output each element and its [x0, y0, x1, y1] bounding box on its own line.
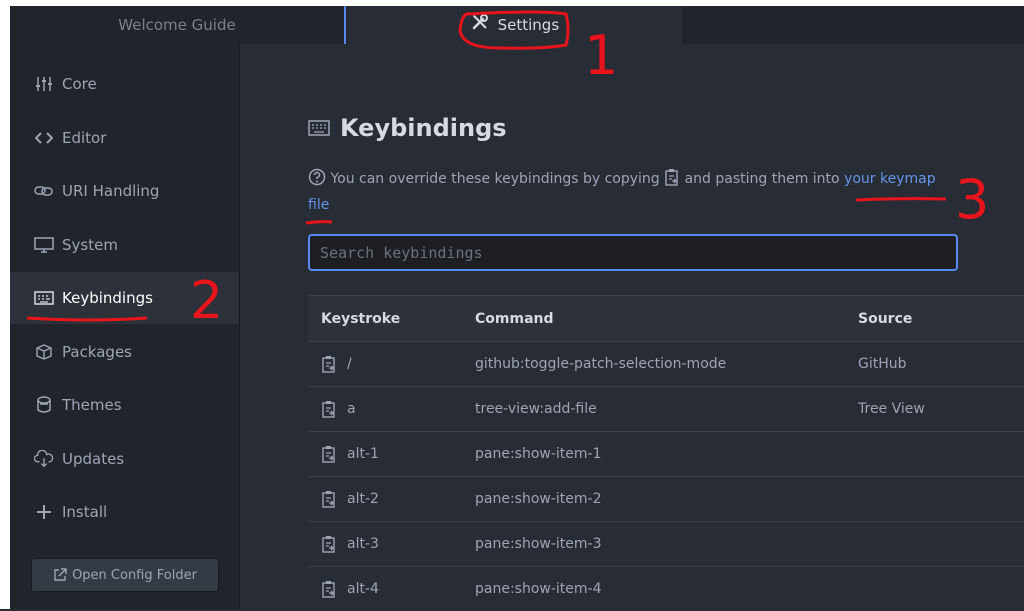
table-row[interactable]: alt-3 pane:show-item-3 — [308, 521, 1024, 566]
command-cell: github:toggle-patch-selection-mode — [475, 356, 727, 372]
keystroke-text: alt-2 — [347, 491, 379, 507]
command-cell: pane:show-item-3 — [475, 536, 602, 552]
column-keystroke[interactable]: Keystroke — [308, 311, 475, 327]
column-source[interactable]: Source — [858, 311, 1024, 327]
keystroke-cell: alt-1 — [308, 445, 475, 463]
command-cell: tree-view:add-file — [475, 401, 597, 417]
column-command[interactable]: Command — [475, 311, 858, 327]
keystroke-cell: / — [308, 355, 475, 373]
keystroke-cell: alt-4 — [308, 580, 475, 598]
settings-sidebar: Core Editor URI Handling System Keybindi… — [10, 44, 240, 609]
sidebar-item-core[interactable]: Core — [10, 58, 239, 110]
copy-keybinding-icon[interactable] — [321, 355, 337, 373]
command-cell: pane:show-item-2 — [475, 491, 602, 507]
keystroke-cell: alt-2 — [308, 490, 475, 508]
keystroke-text: alt-1 — [347, 446, 379, 462]
sidebar-item-keybindings[interactable]: Keybindings — [10, 272, 239, 324]
sidebar-item-label: Themes — [62, 396, 122, 414]
plus-icon — [34, 502, 54, 522]
command-cell: pane:show-item-1 — [475, 446, 602, 462]
monitor-icon — [34, 235, 54, 255]
info-text-middle: and pasting them into — [684, 171, 840, 187]
cloud-download-icon — [34, 449, 54, 469]
keyboard-icon — [34, 288, 54, 308]
page-title-text: Keybindings — [340, 114, 507, 142]
tab-settings-label: Settings — [497, 16, 560, 34]
tab-settings[interactable]: Settings — [348, 6, 682, 44]
sidebar-item-label: Keybindings — [62, 289, 153, 307]
sidebar-item-system[interactable]: System — [10, 219, 239, 271]
code-icon — [34, 128, 54, 148]
sidebar-item-label: Editor — [62, 129, 107, 147]
table-row[interactable]: a tree-view:add-file Tree View — [308, 386, 1024, 431]
sliders-icon — [34, 74, 54, 94]
sidebar-item-label: System — [62, 236, 118, 254]
sidebar-item-label: URI Handling — [62, 182, 160, 200]
question-icon — [308, 168, 326, 194]
sidebar-item-label: Updates — [62, 450, 125, 468]
sidebar-item-install[interactable]: Install — [10, 486, 239, 538]
external-link-icon — [53, 568, 67, 582]
keybindings-panel: Keybindings You can override these keybi… — [240, 44, 1024, 609]
copy-keybinding-icon[interactable] — [321, 400, 337, 418]
info-text-before: You can override these keybindings by co… — [330, 171, 660, 187]
table-header: Keystroke Command Source — [308, 295, 1024, 341]
sidebar-item-updates[interactable]: Updates — [10, 433, 239, 485]
keybindings-info: You can override these keybindings by co… — [308, 168, 958, 217]
sidebar-item-editor[interactable]: Editor — [10, 112, 239, 164]
page-title: Keybindings — [308, 114, 507, 142]
copy-keybinding-icon[interactable] — [321, 490, 337, 508]
keystroke-cell: a — [308, 400, 475, 418]
copy-keybinding-icon[interactable] — [321, 535, 337, 553]
open-config-folder-button[interactable]: Open Config Folder — [31, 558, 219, 592]
table-body: / github:toggle-patch-selection-mode GitHu… — [308, 341, 1024, 611]
tab-welcome-guide[interactable]: Welcome Guide — [10, 6, 346, 44]
keyboard-icon — [308, 114, 330, 142]
paintcan-icon — [34, 395, 54, 415]
left-border — [0, 6, 10, 609]
copy-keybinding-icon[interactable] — [321, 580, 337, 598]
tab-welcome-label: Welcome Guide — [118, 16, 236, 34]
table-row[interactable]: alt-1 pane:show-item-1 — [308, 431, 1024, 476]
sidebar-item-label: Packages — [62, 343, 132, 361]
keystroke-text: / — [347, 356, 352, 372]
table-row[interactable]: / github:toggle-patch-selection-mode GitHu… — [308, 341, 1024, 386]
sidebar-item-themes[interactable]: Themes — [10, 379, 239, 431]
source-cell: GitHub — [858, 356, 907, 372]
copy-keybinding-icon[interactable] — [321, 445, 337, 463]
sidebar-item-packages[interactable]: Packages — [10, 326, 239, 378]
clippy-icon — [664, 168, 680, 194]
search-keybindings-input[interactable] — [308, 234, 958, 271]
table-row[interactable]: alt-4 pane:show-item-4 — [308, 566, 1024, 611]
keybindings-table: Keystroke Command Source / github:toggle-… — [308, 295, 1024, 611]
keystroke-text: alt-4 — [347, 581, 379, 597]
command-cell: pane:show-item-4 — [475, 581, 602, 597]
link-icon — [34, 181, 54, 201]
sidebar-item-label: Install — [62, 503, 108, 521]
sidebar-item-uri-handling[interactable]: URI Handling — [10, 165, 239, 217]
tools-icon — [471, 7, 489, 45]
open-config-label: Open Config Folder — [72, 567, 197, 583]
keystroke-text: a — [347, 401, 356, 417]
sidebar-item-label: Core — [62, 75, 97, 93]
table-row[interactable]: alt-2 pane:show-item-2 — [308, 476, 1024, 521]
tab-bar: Welcome Guide Settings — [10, 6, 1024, 44]
keystroke-text: alt-3 — [347, 536, 379, 552]
source-cell: Tree View — [858, 401, 925, 417]
keystroke-cell: alt-3 — [308, 535, 475, 553]
package-icon — [34, 342, 54, 362]
